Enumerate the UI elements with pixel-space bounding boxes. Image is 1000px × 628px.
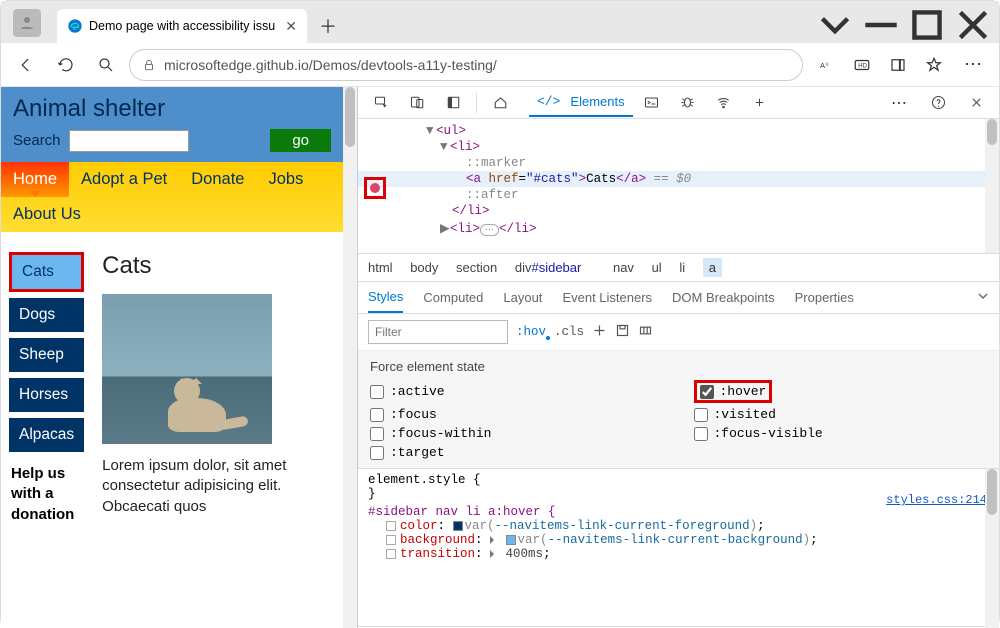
tab-dom-bp[interactable]: DOM Breakpoints bbox=[672, 283, 775, 312]
hov-toggle[interactable]: :hov bbox=[516, 325, 546, 339]
state-active[interactable]: :active bbox=[370, 380, 664, 403]
dom-selected-node[interactable]: <a href="#cats">Cats</a> == $0 bbox=[358, 171, 999, 187]
issues-icon[interactable] bbox=[671, 86, 705, 120]
tab-computed[interactable]: Computed bbox=[423, 283, 483, 312]
donation-help: Help us with a donation bbox=[9, 458, 84, 531]
styles-tabs: Styles Computed Layout Event Listeners D… bbox=[358, 282, 999, 314]
state-target[interactable]: :target bbox=[370, 445, 664, 460]
collections-icon[interactable] bbox=[881, 48, 915, 82]
search-label: Search bbox=[13, 132, 61, 149]
more-tabs-icon[interactable] bbox=[743, 86, 777, 120]
devtools: </>Elements ⋯ ▼<ul> ▼<li> ::marker <a hr… bbox=[357, 87, 999, 628]
lorem-text: Lorem ipsum dolor, sit amet consectetur … bbox=[102, 456, 337, 517]
caret-down-icon[interactable] bbox=[813, 7, 857, 43]
sidebar-item-horses[interactable]: Horses bbox=[9, 378, 84, 412]
new-rule-icon[interactable] bbox=[592, 323, 607, 341]
browser-tab[interactable]: Demo page with accessibility issu ✕ bbox=[57, 9, 307, 43]
go-button[interactable]: go bbox=[270, 129, 331, 152]
hd-icon[interactable]: HD bbox=[845, 48, 879, 82]
address-bar: microsoftedge.github.io/Demos/devtools-a… bbox=[1, 43, 999, 87]
filter-row: :hov .cls bbox=[358, 314, 999, 351]
tab-layout[interactable]: Layout bbox=[503, 283, 542, 312]
state-hover[interactable]: :hover bbox=[694, 380, 773, 403]
svg-text:HD: HD bbox=[858, 63, 867, 69]
edge-icon bbox=[67, 18, 83, 34]
favorite-icon[interactable] bbox=[917, 48, 951, 82]
devtools-toolbar: </>Elements ⋯ bbox=[358, 87, 999, 119]
nav-jobs[interactable]: Jobs bbox=[256, 162, 315, 197]
dom-scrollbar[interactable] bbox=[985, 119, 999, 253]
new-tab-button[interactable]: ＋ bbox=[315, 13, 341, 39]
read-aloud-icon[interactable]: A⁾⁾ bbox=[809, 48, 843, 82]
page-scrollbar[interactable] bbox=[343, 87, 357, 628]
help-icon[interactable] bbox=[921, 86, 955, 120]
breakpoint-indicator bbox=[364, 177, 386, 199]
tab-styles[interactable]: Styles bbox=[368, 282, 403, 313]
tab-properties[interactable]: Properties bbox=[795, 283, 854, 312]
filter-input[interactable] bbox=[368, 320, 508, 344]
force-state-panel: Force element state :active :hover :focu… bbox=[358, 351, 999, 469]
cls-toggle[interactable]: .cls bbox=[554, 325, 584, 339]
breadcrumb[interactable]: html body section div#sidebar nav ul li … bbox=[358, 253, 999, 282]
state-visited[interactable]: :visited bbox=[694, 407, 988, 422]
console-icon[interactable] bbox=[635, 86, 669, 120]
network-icon[interactable] bbox=[707, 86, 741, 120]
nav-donate[interactable]: Donate bbox=[179, 162, 256, 197]
rules-scrollbar[interactable] bbox=[985, 469, 999, 628]
minimize-button[interactable] bbox=[859, 7, 903, 43]
tab-listeners[interactable]: Event Listeners bbox=[562, 283, 652, 312]
url-text: microsoftedge.github.io/Demos/devtools-a… bbox=[164, 57, 497, 73]
state-focus-visible[interactable]: :focus-visible bbox=[694, 426, 988, 441]
sidebar-item-dogs[interactable]: Dogs bbox=[9, 298, 84, 332]
cat-image bbox=[102, 294, 272, 444]
dom-tree[interactable]: ▼<ul> ▼<li> ::marker <a href="#cats">Cat… bbox=[358, 119, 999, 253]
flexbox-icon[interactable] bbox=[638, 323, 653, 341]
sidebar-item-cats[interactable]: Cats bbox=[12, 255, 81, 289]
device-icon[interactable] bbox=[400, 86, 434, 120]
elements-tab[interactable]: </>Elements bbox=[529, 88, 633, 117]
nav-home[interactable]: Home bbox=[1, 162, 69, 197]
nav-adopt[interactable]: Adopt a Pet bbox=[69, 162, 179, 197]
page-title: Animal shelter bbox=[13, 95, 331, 123]
window-titlebar: Demo page with accessibility issu ✕ ＋ bbox=[1, 1, 999, 43]
close-button[interactable] bbox=[951, 7, 995, 43]
svg-text:A⁾⁾: A⁾⁾ bbox=[820, 61, 829, 70]
profile-icon[interactable] bbox=[13, 9, 41, 37]
css-rules[interactable]: element.style { } #sidebar nav li a:hove… bbox=[358, 469, 999, 628]
tab-title: Demo page with accessibility issu bbox=[89, 19, 275, 33]
refresh-button[interactable] bbox=[49, 48, 83, 82]
maximize-button[interactable] bbox=[905, 7, 949, 43]
devtools-close-icon[interactable] bbox=[959, 86, 993, 120]
main-nav: Home Adopt a Pet Donate Jobs About Us bbox=[1, 162, 343, 232]
inspect-icon[interactable] bbox=[364, 86, 398, 120]
save-icon[interactable] bbox=[615, 323, 630, 341]
search-input[interactable] bbox=[69, 130, 189, 152]
back-button[interactable] bbox=[9, 48, 43, 82]
welcome-icon[interactable] bbox=[483, 86, 517, 120]
sidebar-item-alpacas[interactable]: Alpacas bbox=[9, 418, 84, 452]
devtools-more-icon[interactable]: ⋯ bbox=[883, 86, 917, 120]
dock-icon[interactable] bbox=[436, 86, 470, 120]
search-button[interactable] bbox=[89, 48, 123, 82]
more-icon[interactable]: ⋯ bbox=[957, 48, 991, 82]
tab-close-icon[interactable]: ✕ bbox=[285, 18, 297, 35]
force-title: Force element state bbox=[370, 359, 987, 374]
chevron-down-icon[interactable] bbox=[977, 290, 989, 305]
content-heading: Cats bbox=[102, 252, 337, 280]
sidebar-item-sheep[interactable]: Sheep bbox=[9, 338, 84, 372]
state-focus-within[interactable]: :focus-within bbox=[370, 426, 664, 441]
page-viewport: Animal shelter Search go Home Adopt a Pe… bbox=[1, 87, 343, 628]
sidebar-nav: Cats Dogs Sheep Horses Alpacas Help us w… bbox=[9, 252, 84, 531]
source-link[interactable]: styles.css:214 bbox=[886, 493, 987, 507]
state-focus[interactable]: :focus bbox=[370, 407, 664, 422]
nav-about[interactable]: About Us bbox=[1, 197, 93, 232]
lock-icon bbox=[142, 58, 156, 72]
url-field[interactable]: microsoftedge.github.io/Demos/devtools-a… bbox=[129, 49, 803, 81]
